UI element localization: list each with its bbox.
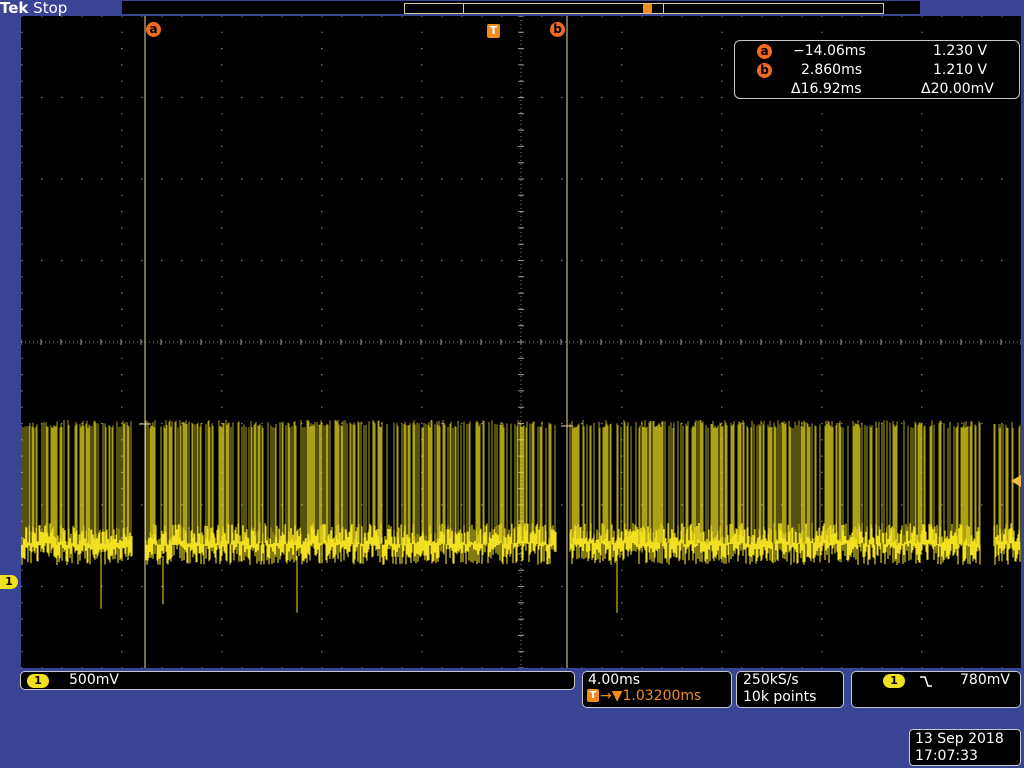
timebase-scale: 4.00ms	[588, 672, 641, 688]
trigger-position-badge-icon: T	[587, 689, 599, 702]
waveform-graticule[interactable]	[21, 16, 1021, 668]
falling-edge-icon	[920, 676, 932, 687]
cursor-b-time: 2.860ms	[801, 62, 863, 78]
cursor-readout: a −14.06ms 1.230 V b 2.860ms 1.210 V Δ16…	[734, 40, 1020, 99]
acquisition-status: Stop	[33, 0, 68, 17]
cursor-a-time: −14.06ms	[793, 43, 866, 59]
channel-1-scale-panel[interactable]: 1 500mV	[20, 671, 575, 690]
cursor-a-volt: 1.230 V	[933, 43, 988, 59]
record-view-window[interactable]	[404, 3, 884, 14]
brand-logo: Tek	[0, 0, 29, 17]
waveform-glitches	[100, 556, 618, 613]
trigger-position-icon[interactable]: T	[487, 24, 500, 38]
channel-1-badge: 1	[27, 674, 49, 688]
record-trigger-icon	[643, 4, 652, 13]
sample-rate: 250kS/s	[743, 672, 799, 688]
channel-1-scale: 500mV	[69, 672, 119, 688]
trigger-level: 780mV	[960, 672, 1010, 688]
timebase-panel[interactable]: 4.00ms T →▼1.03200ms	[582, 671, 732, 708]
cursor-b-icon[interactable]: b	[550, 22, 565, 37]
trigger-source-badge: 1	[883, 674, 905, 688]
top-status-bar: Tek Stop	[0, 0, 1024, 17]
delta-volt: Δ20.00mV	[921, 81, 994, 97]
cursor-a-readout-icon: a	[757, 44, 772, 59]
datetime-panel: 13 Sep 2018 17:07:33	[909, 729, 1021, 766]
delta-time: Δ16.92ms	[791, 81, 862, 97]
record-tick	[463, 4, 464, 13]
channel-1-ground-marker[interactable]: 1	[0, 575, 18, 589]
record-length: 10k points	[743, 689, 817, 705]
date: 13 Sep 2018	[915, 731, 1004, 747]
trigger-panel[interactable]: 1 780mV	[851, 671, 1021, 708]
cursor-a-icon[interactable]: a	[146, 22, 161, 37]
record-tick	[663, 4, 664, 13]
brand-status: Tek Stop	[0, 0, 67, 17]
record-length-bar[interactable]	[122, 1, 920, 14]
acquisition-panel[interactable]: 250kS/s 10k points	[736, 671, 844, 708]
time: 17:07:33	[915, 748, 978, 764]
cursor-b-volt: 1.210 V	[933, 62, 988, 78]
trigger-level-arrow-icon[interactable]	[1011, 475, 1021, 487]
trigger-position-value: →▼1.03200ms	[600, 688, 702, 704]
cursor-b-readout-icon: b	[757, 63, 772, 78]
graticule-svg	[21, 16, 1021, 668]
